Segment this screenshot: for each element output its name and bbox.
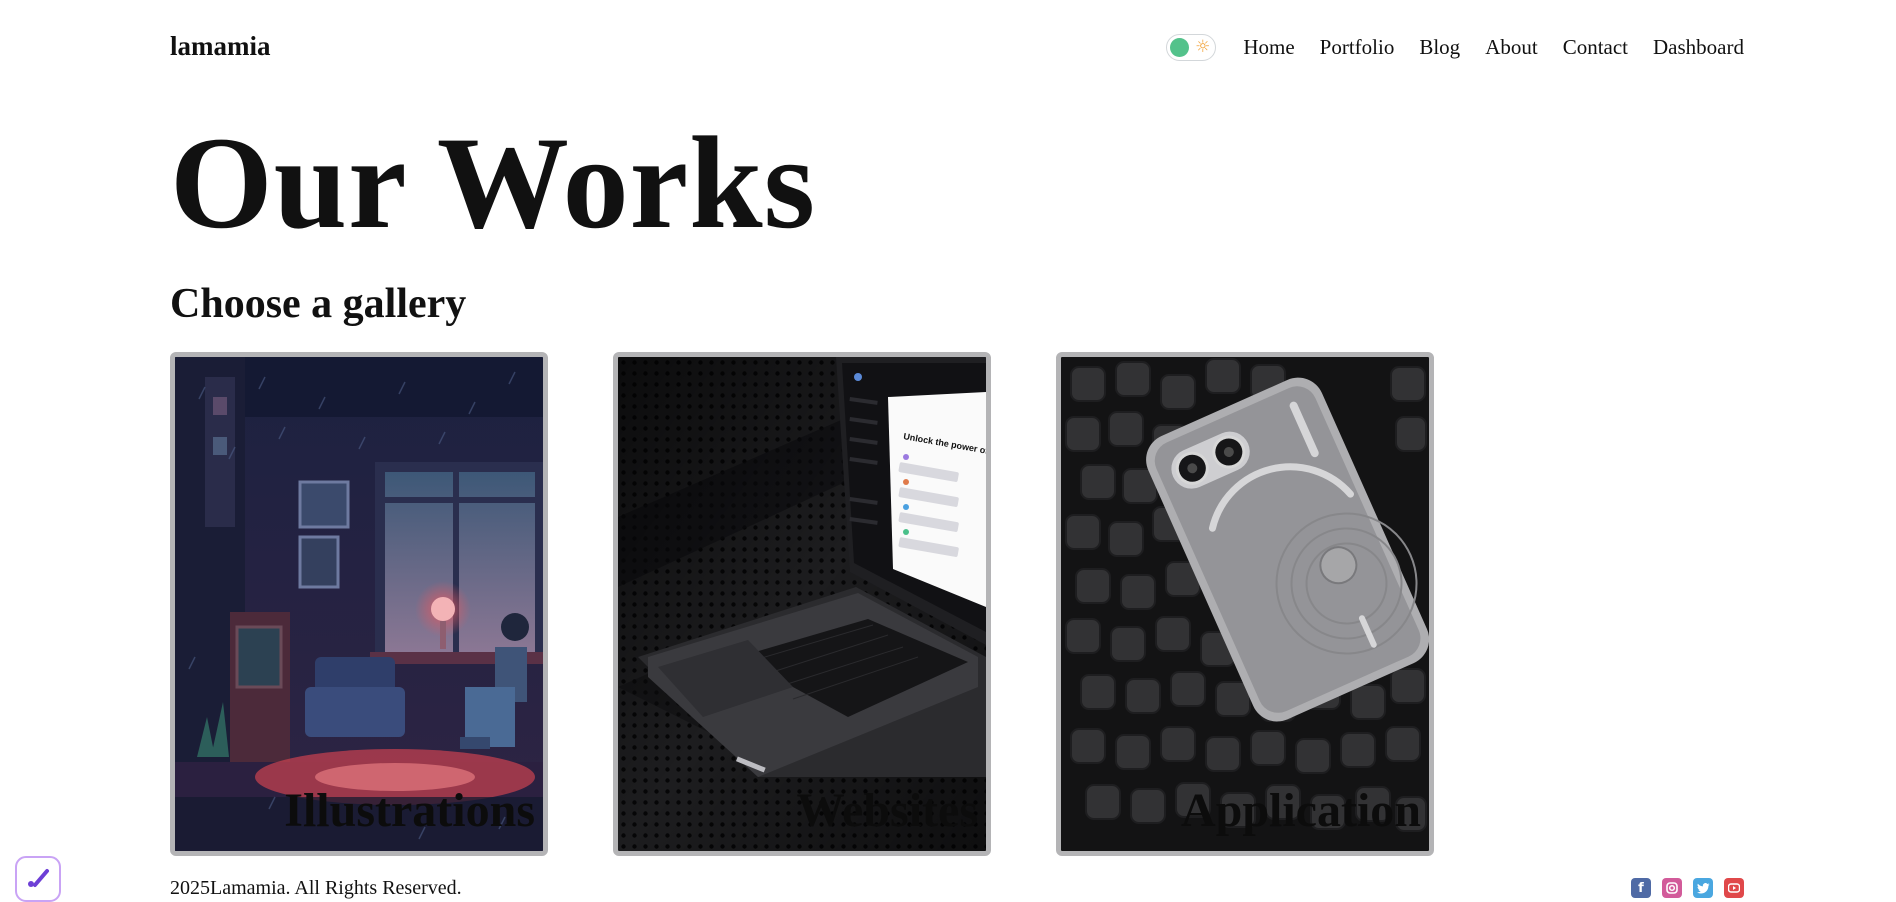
gallery-label: Illustrations [284, 784, 535, 837]
gallery-card-application[interactable]: Application [1056, 352, 1434, 856]
toggle-knob [1170, 37, 1190, 57]
instagram-icon[interactable] [1662, 878, 1682, 898]
gallery-card-websites[interactable]: Unlock the power of AI [613, 352, 991, 856]
page-subtitle: Choose a gallery [170, 281, 467, 327]
copyright-text: 2025Lamamia. All Rights Reserved. [170, 877, 462, 899]
nav-contact[interactable]: Contact [1563, 32, 1628, 62]
nav-blog[interactable]: Blog [1419, 32, 1460, 62]
nav-portfolio[interactable]: Portfolio [1320, 32, 1395, 62]
nav-about[interactable]: About [1485, 32, 1538, 62]
page-title: Our Works [170, 109, 816, 256]
floating-app-button[interactable] [15, 856, 61, 902]
gallery-label: Websites [796, 784, 978, 837]
youtube-icon[interactable] [1724, 878, 1744, 898]
checkmark-pen-icon [28, 869, 49, 887]
main-nav: ☼ Home Portfolio Blog About Contact Dash… [1166, 30, 1744, 64]
theme-toggle[interactable]: ☼ [1166, 33, 1217, 61]
gallery-list: Illustrations Unlock the power of Websit… [170, 352, 1744, 856]
nav-dashboard[interactable]: Dashboard [1653, 32, 1744, 62]
twitter-icon[interactable] [1693, 878, 1713, 898]
page: lamamia ☼ Home Portfolio Blog About Cont… [170, 0, 1744, 902]
gallery-label: Application [1180, 784, 1421, 837]
pixel-art-room-illustration [175, 357, 543, 851]
facebook-icon[interactable]: f [1631, 878, 1651, 898]
social-links: f [1631, 878, 1744, 898]
phone-on-foam [1061, 357, 1429, 851]
site-logo[interactable]: lamamia [170, 29, 271, 63]
laptop-mockup: Unlock the power of AI [618, 357, 986, 851]
sun-icon: ☼ [1195, 36, 1211, 57]
nav-home[interactable]: Home [1243, 32, 1294, 62]
gallery-card-illustrations[interactable]: Illustrations [170, 352, 548, 856]
